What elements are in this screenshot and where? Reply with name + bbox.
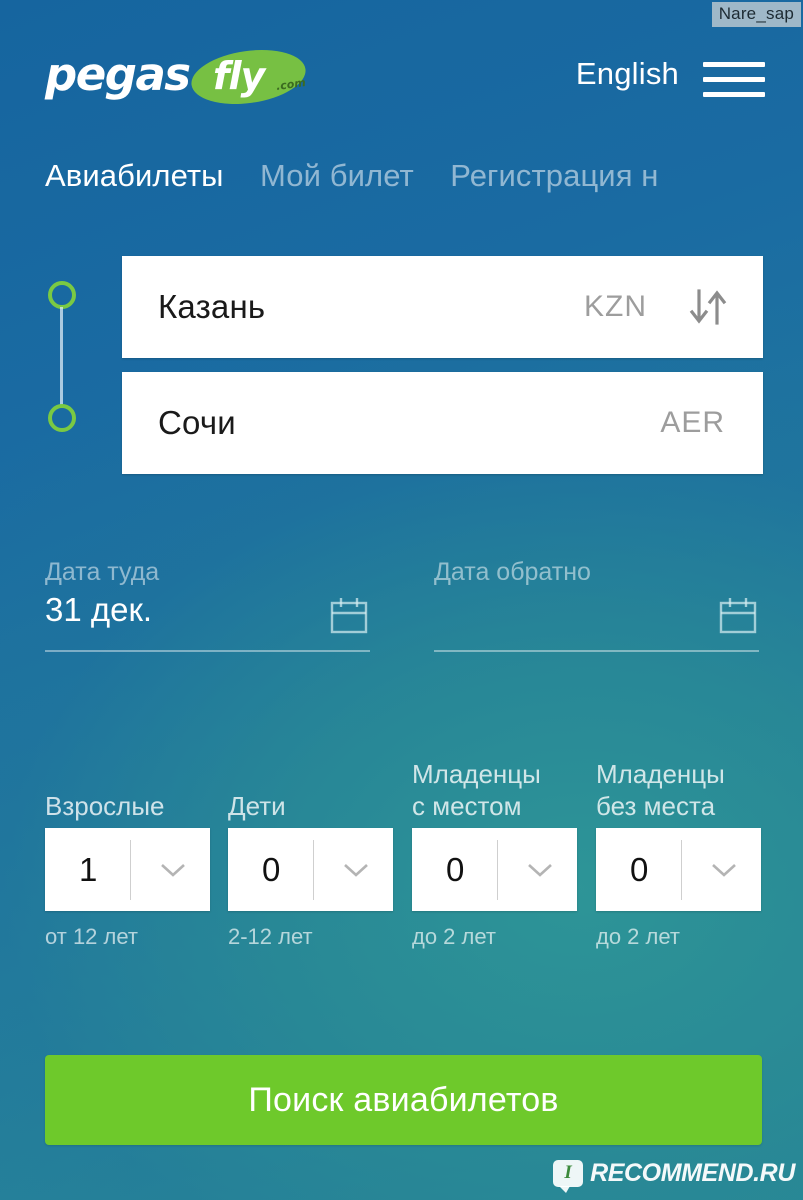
hamburger-icon[interactable] xyxy=(703,62,765,100)
return-date-label: Дата обратно xyxy=(434,558,591,586)
tab-air-tickets[interactable]: Авиабилеты xyxy=(45,158,224,194)
origin-city-name: Казань xyxy=(158,288,266,325)
return-date-underline xyxy=(434,650,759,652)
logo-text-fly: fly xyxy=(213,54,265,98)
calendar-icon[interactable] xyxy=(717,596,759,636)
search-tickets-button[interactable]: Поиск авиабилетов xyxy=(45,1055,762,1145)
infants-without-seat-count-select[interactable]: 0 xyxy=(596,828,761,911)
calendar-icon[interactable] xyxy=(328,596,370,636)
select-divider xyxy=(313,840,314,900)
tab-registration[interactable]: Регистрация н xyxy=(450,158,658,194)
select-divider xyxy=(497,840,498,900)
infants-without-seat-count-value: 0 xyxy=(630,850,649,888)
logo-text-com: .com xyxy=(275,75,307,94)
user-watermark: Nare_sap xyxy=(711,2,801,27)
infants-with-seat-count-select[interactable]: 0 xyxy=(412,828,577,911)
select-divider xyxy=(681,840,682,900)
destination-city-field[interactable]: Сочи AER xyxy=(122,372,763,474)
passenger-label-infants-with-seat: Младенцы с местом xyxy=(412,759,541,821)
origin-airport-code: KZN xyxy=(584,290,647,323)
swap-vertical-icon[interactable] xyxy=(685,286,731,328)
site-watermark: I RECOMMEND.RU xyxy=(553,1156,795,1193)
destination-city-name: Сочи xyxy=(158,404,236,441)
origin-city-field[interactable]: Казань KZN xyxy=(122,256,763,358)
passenger-hint-infants-with-seat: до 2 лет xyxy=(412,924,496,949)
departure-date-underline xyxy=(45,650,370,652)
chevron-down-icon xyxy=(527,862,553,878)
return-date-group[interactable]: Дата обратно xyxy=(434,558,759,658)
speech-bubble-icon: I xyxy=(553,1159,584,1193)
passenger-label-children: Дети xyxy=(228,791,286,821)
chevron-down-icon xyxy=(160,862,186,878)
route-destination-marker-icon xyxy=(48,404,76,432)
dates-section: Дата туда 31 дек. Дата обратно xyxy=(0,558,803,668)
departure-date-group[interactable]: Дата туда 31 дек. xyxy=(45,558,370,658)
hamburger-line xyxy=(703,77,765,82)
children-count-select[interactable]: 0 xyxy=(228,828,393,911)
passenger-label-adults: Взрослые xyxy=(45,791,165,821)
chevron-down-icon xyxy=(711,862,737,878)
chevron-down-icon xyxy=(343,862,369,878)
passenger-group-adults: Взрослые 1 от 12 лет xyxy=(45,744,215,974)
passenger-hint-children: 2-12 лет xyxy=(228,924,313,949)
site-watermark-text: RECOMMEND.RU xyxy=(590,1158,795,1187)
passenger-group-infants-without-seat: Младенцы без места 0 до 2 лет xyxy=(596,744,766,974)
passenger-hint-adults: от 12 лет xyxy=(45,924,138,949)
route-connector-line xyxy=(60,307,63,406)
passenger-label-infants-without-seat: Младенцы без места xyxy=(596,759,725,821)
hamburger-line xyxy=(703,62,765,67)
passenger-group-children: Дети 0 2-12 лет xyxy=(228,744,398,974)
adults-count-value: 1 xyxy=(79,850,98,888)
route-origin-marker-icon xyxy=(48,281,76,309)
language-switcher[interactable]: English xyxy=(576,56,679,92)
passengers-section: Взрослые 1 от 12 лет Дети 0 2-12 лет Мла… xyxy=(0,744,803,974)
app-header: pegas fly .com English xyxy=(0,38,803,111)
select-divider xyxy=(130,840,131,900)
tab-my-ticket[interactable]: Мой билет xyxy=(260,158,414,194)
hamburger-line xyxy=(703,92,765,97)
route-section: Казань KZN Сочи AER xyxy=(0,256,803,476)
mobile-flight-search-screen: Nare_sap pegas fly .com English Авиабиле… xyxy=(0,0,803,1200)
passenger-hint-infants-without-seat: до 2 лет xyxy=(596,924,680,949)
adults-count-select[interactable]: 1 xyxy=(45,828,210,911)
departure-date-label: Дата туда xyxy=(45,558,160,586)
main-tabs: Авиабилеты Мой билет Регистрация н xyxy=(45,158,803,194)
departure-date-value: 31 дек. xyxy=(45,591,153,628)
passenger-group-infants-with-seat: Младенцы с местом 0 до 2 лет xyxy=(412,744,582,974)
infants-with-seat-count-value: 0 xyxy=(446,850,465,888)
children-count-value: 0 xyxy=(262,850,281,888)
destination-airport-code: AER xyxy=(660,406,725,439)
route-markers xyxy=(48,281,82,451)
logo-text-pegas: pegas xyxy=(45,48,191,101)
pegas-fly-logo[interactable]: pegas fly .com xyxy=(45,38,315,111)
